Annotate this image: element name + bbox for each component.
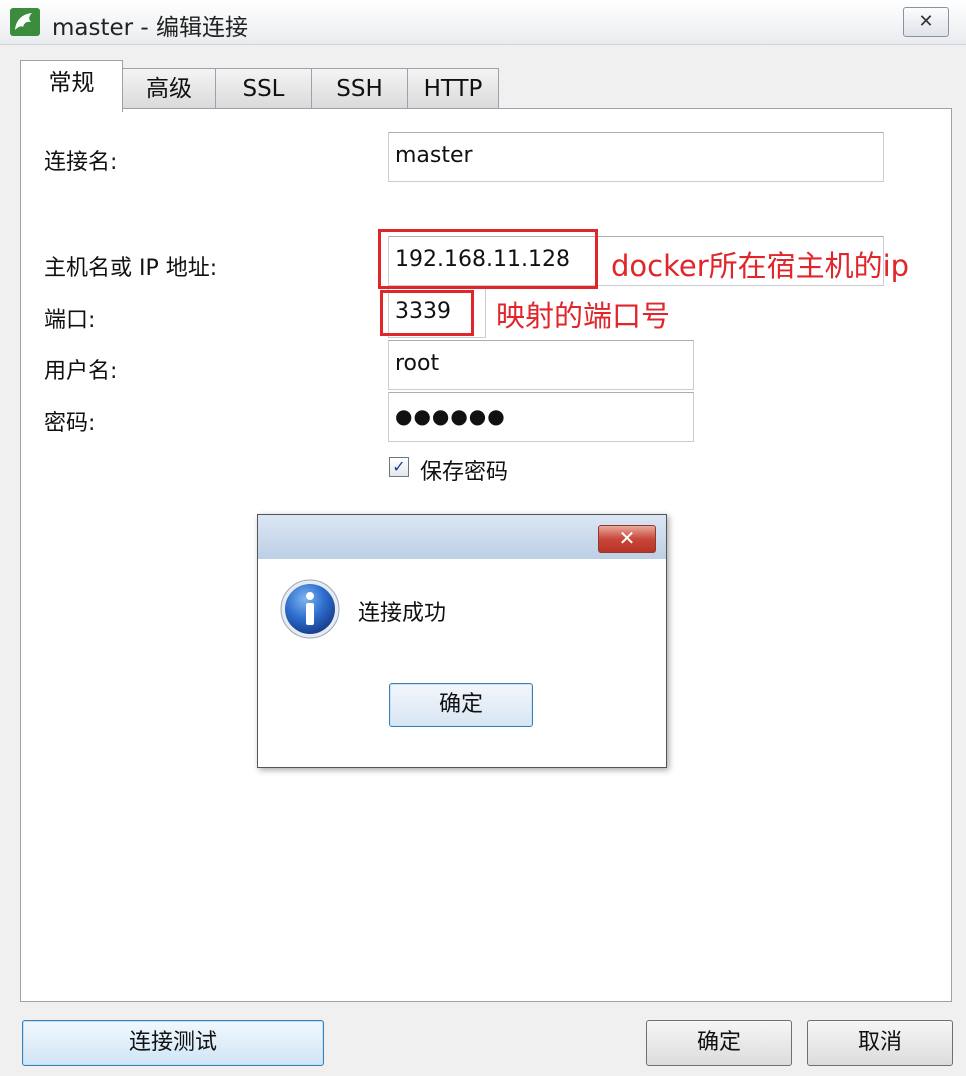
host-annotation: docker所在宿主机的ip [611,249,910,283]
username-input[interactable]: root [388,340,694,390]
host-highlight-box [378,229,598,289]
message-text: 连接成功 [358,601,447,626]
window-title: master - 编辑连接 [52,15,249,41]
password-input[interactable]: ●●●●●● [388,392,694,442]
message-close-button[interactable]: ✕ [598,525,656,553]
info-icon [280,579,340,639]
window-close-button[interactable]: ✕ [903,7,949,37]
host-label: 主机名或 IP 地址: [44,256,218,281]
username-label: 用户名: [44,359,118,384]
connection-name-label: 连接名: [44,150,118,175]
message-dialog-title-bar: ✕ [258,515,666,559]
port-annotation: 映射的端口号 [496,299,671,333]
tab-ssh[interactable]: SSH [311,68,408,108]
port-highlight-box [380,290,474,336]
title-bar: master - 编辑连接 ✕ [0,0,966,45]
test-connection-button[interactable]: 连接测试 [22,1020,324,1066]
message-dialog-body: 连接成功 确定 [258,559,666,767]
message-dialog: ✕ 连接成功 确定 [257,514,667,768]
cancel-button[interactable]: 取消 [807,1020,953,1066]
tab-advanced[interactable]: 高级 [122,68,216,108]
tab-general[interactable]: 常规 [20,60,123,112]
port-label: 端口: [44,308,96,333]
dolphin-app-icon [10,8,40,36]
save-password-label[interactable]: 保存密码 [420,454,508,486]
connection-name-input[interactable]: master [388,132,884,182]
tab-http[interactable]: HTTP [407,68,499,108]
ok-button[interactable]: 确定 [646,1020,792,1066]
password-label: 密码: [44,411,96,436]
tab-ssl[interactable]: SSL [215,68,312,108]
save-password-checkbox[interactable]: ✓ [389,457,409,477]
message-ok-button[interactable]: 确定 [389,683,533,727]
